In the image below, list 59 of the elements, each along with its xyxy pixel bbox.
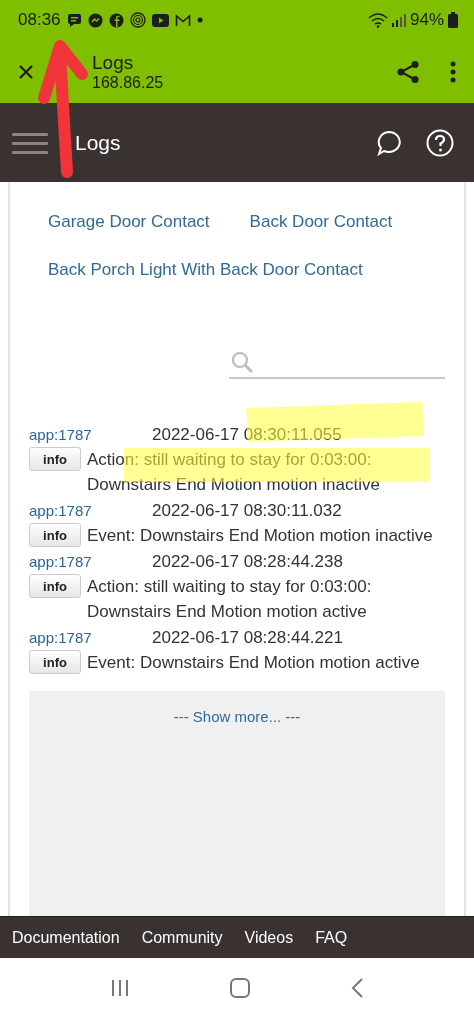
recent-apps-button[interactable] (109, 977, 130, 998)
fingerprint-circle-icon (129, 12, 146, 28)
search-icon (231, 351, 253, 373)
battery-icon (448, 12, 458, 28)
more-vertical-icon (450, 60, 456, 83)
wifi-icon (367, 12, 388, 28)
log-level-button[interactable]: info (29, 447, 81, 471)
dot-icon (196, 17, 203, 23)
log-level-button[interactable]: info (29, 650, 81, 674)
help-icon (426, 128, 454, 157)
log-message: Event: Downstairs End Motion motion active (87, 652, 421, 674)
help-button[interactable] (426, 128, 454, 157)
back-icon (350, 976, 365, 999)
source-link[interactable]: app:1787 (29, 552, 152, 571)
log-timestamp: 2022-06-17 08:30:11.055 (152, 425, 342, 444)
close-button[interactable] (18, 63, 34, 80)
play-button-icon (151, 13, 169, 27)
chat-button[interactable] (376, 129, 402, 156)
chat-bubble-icon (87, 12, 103, 28)
device-link[interactable]: Garage Door Contact (48, 212, 210, 231)
log-timestamp: 2022-06-17 08:28:44.238 (152, 552, 343, 571)
recent-apps-icon (109, 977, 130, 998)
more-menu-button[interactable] (450, 60, 456, 83)
footer-link[interactable]: Videos (244, 928, 294, 947)
device-link[interactable]: Back Porch Light With Back Door Contact (48, 260, 363, 279)
log-message: Event: Downstairs End Motion motion inactive (87, 525, 434, 547)
menu-icon (12, 130, 48, 155)
home-button[interactable] (229, 976, 251, 999)
show-more-link[interactable]: --- Show more... --- (173, 707, 301, 726)
header-title: Logs (75, 130, 122, 155)
device-link[interactable]: Back Door Contact (249, 212, 393, 231)
log-message: Action: still waiting to stay for 0:03:00: Downstairs End Motion motion active (87, 576, 373, 623)
footer-link[interactable]: Documentation (12, 928, 120, 947)
home-icon (229, 976, 251, 999)
signal-icon (391, 13, 406, 27)
menu-button[interactable] (12, 130, 48, 155)
f-logo-icon (108, 12, 124, 28)
share-icon (396, 59, 420, 84)
clock-time: 08:36 (18, 10, 61, 30)
log-timestamp: 2022-06-17 08:30:11.032 (152, 501, 342, 520)
log-level-button[interactable]: info (29, 523, 81, 547)
search-field[interactable] (229, 351, 445, 379)
source-link[interactable]: app:1787 (29, 501, 152, 520)
log-level-button[interactable]: info (29, 574, 81, 598)
source-link[interactable]: app:1787 (29, 628, 152, 647)
address-text: 168.86.25 (92, 73, 165, 92)
footer-link[interactable]: Community (141, 928, 223, 947)
log-timestamp: 2022-06-17 08:28:44.221 (152, 628, 343, 647)
m-letter-icon (174, 13, 191, 27)
log-message: Action: still waiting to stay for 0:03:00: Downstairs End Motion motion inactive (87, 449, 381, 496)
close-icon (18, 63, 34, 80)
message-icon (66, 12, 82, 28)
footer-link[interactable]: FAQ (315, 928, 348, 947)
share-button[interactable] (396, 59, 420, 84)
source-link[interactable]: app:1787 (29, 425, 152, 444)
speech-bubble-icon (376, 129, 402, 156)
page-title: Logs (92, 51, 135, 74)
battery-percent: 94% (409, 10, 444, 30)
back-button[interactable] (350, 976, 365, 999)
